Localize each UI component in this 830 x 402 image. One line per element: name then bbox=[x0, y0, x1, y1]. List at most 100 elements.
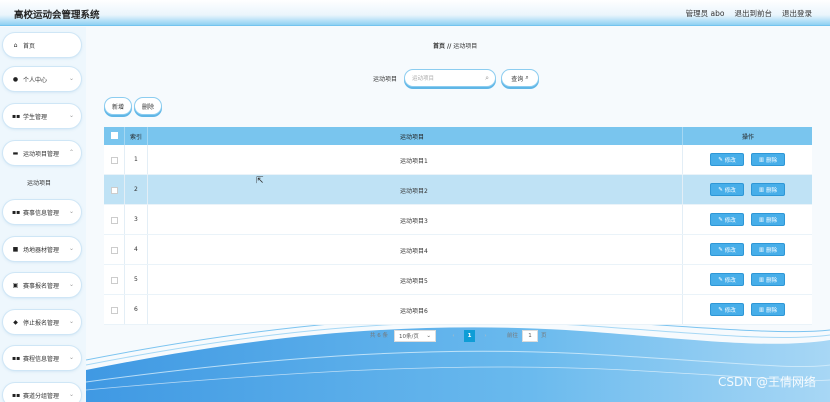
watermark: CSDN @王倩网络 bbox=[717, 375, 816, 389]
sidebar-item-label: 停止报名管理 bbox=[23, 319, 60, 327]
chevron-up-icon: ⌃ bbox=[68, 149, 74, 156]
doc-icon: ▣ bbox=[12, 281, 19, 289]
sidebar: ⌂ 首页 ● 个人中心 ⌄ ▪▪ 学生管理 ⌄ ▬ 运动项目管理 ⌃ 运动项目 … bbox=[0, 27, 86, 402]
delete-button[interactable]: ▥ 删除 bbox=[751, 273, 785, 286]
edit-label: 修改 bbox=[724, 187, 736, 194]
trash-icon: ▥ bbox=[758, 216, 765, 223]
search-button[interactable]: 查询 ⌕ bbox=[501, 69, 539, 87]
sidebar-item-label: 场地器材管理 bbox=[23, 246, 60, 254]
row-checkbox[interactable] bbox=[111, 247, 118, 254]
sidebar-item-label: 赛事信息管理 bbox=[23, 209, 60, 217]
row-sports-project: 运动项目1 bbox=[400, 158, 428, 165]
delete-button[interactable]: ▥ 删除 bbox=[751, 183, 785, 196]
sidebar-item-stop-registration[interactable]: ◆ 停止报名管理 ⌄ bbox=[3, 310, 81, 334]
lock-icon: ■ bbox=[12, 245, 19, 253]
header-operations: 操作 bbox=[742, 134, 755, 141]
row-index: 6 bbox=[134, 306, 138, 313]
sidebar-item-label: 首页 bbox=[23, 42, 36, 50]
sidebar-item-venue-equipment[interactable]: ■ 场地器材管理 ⌄ bbox=[3, 237, 81, 261]
row-index: 1 bbox=[134, 156, 138, 163]
edit-button[interactable]: ✎ 修改 bbox=[710, 183, 744, 196]
breadcrumb-current: 运动项目 bbox=[453, 43, 478, 50]
table-row[interactable]: 1 运动项目1 ✎ 修改 ▥ 删除 bbox=[104, 145, 812, 175]
trash-icon: ▥ bbox=[758, 276, 765, 283]
chevron-down-icon: ⌄ bbox=[68, 281, 74, 288]
edit-button[interactable]: ✎ 修改 bbox=[710, 243, 744, 256]
sidebar-item-competition-info[interactable]: ▪▪ 赛事信息管理 ⌄ bbox=[3, 200, 81, 224]
row-sports-project: 运动项目2 bbox=[400, 188, 428, 195]
sidebar-item-label: 个人中心 bbox=[23, 76, 48, 84]
chevron-down-icon: ⌄ bbox=[68, 75, 74, 82]
chevron-down-icon: ⌄ bbox=[68, 318, 74, 325]
sidebar-item-schedule[interactable]: ▪▪ 赛程信息管理 ⌄ bbox=[3, 346, 81, 370]
sidebar-item-registration[interactable]: ▣ 赛事报名管理 ⌄ bbox=[3, 273, 81, 297]
delete-label: 删除 bbox=[766, 217, 778, 224]
row-checkbox[interactable] bbox=[111, 157, 118, 164]
edit-icon: ✎ bbox=[718, 156, 723, 163]
row-checkbox[interactable] bbox=[111, 307, 118, 314]
current-user: 管理员 abo bbox=[685, 9, 725, 18]
edit-label: 修改 bbox=[724, 217, 736, 224]
edit-label: 修改 bbox=[724, 247, 736, 254]
edit-icon: ✎ bbox=[718, 246, 723, 253]
row-index: 4 bbox=[134, 246, 138, 253]
delete-button[interactable]: ▥ 删除 bbox=[751, 213, 785, 226]
delete-label: 删除 bbox=[766, 187, 778, 194]
add-button[interactable]: 新增 bbox=[104, 97, 132, 115]
delete-button[interactable]: ▥ 删除 bbox=[751, 243, 785, 256]
grid-icon: ▪▪ bbox=[12, 391, 21, 399]
row-checkbox[interactable] bbox=[111, 217, 118, 224]
page-number-current[interactable]: 1 bbox=[464, 330, 475, 342]
delete-button[interactable]: ▥ 删除 bbox=[751, 153, 785, 166]
edit-label: 修改 bbox=[724, 277, 736, 284]
leaf-icon: ◆ bbox=[13, 318, 18, 326]
table-row[interactable]: 6 运动项目6 ✎ 修改 ▥ 删除 bbox=[104, 295, 812, 325]
goto-page-input[interactable]: 1 bbox=[522, 330, 538, 342]
breadcrumb-home[interactable]: 首页 bbox=[433, 43, 445, 50]
sidebar-item-label: 学生管理 bbox=[23, 113, 48, 121]
sidebar-subitem-sports-project[interactable]: 运动项目 bbox=[3, 172, 81, 192]
search-icon: ⌕ bbox=[485, 74, 489, 82]
logout-link[interactable]: 退出登录 bbox=[782, 8, 812, 19]
back-to-front-link[interactable]: 退出到前台 bbox=[735, 8, 773, 19]
chevron-down-icon: ⌄ bbox=[68, 391, 74, 398]
delete-label: 删除 bbox=[766, 307, 778, 314]
table-row[interactable]: 2 运动项目2 ✎ 修改 ▥ 删除 bbox=[104, 175, 812, 205]
search-input[interactable]: 运动项目 ⌕ bbox=[404, 69, 496, 87]
delete-button[interactable]: ▥ 删除 bbox=[751, 303, 785, 316]
sidebar-item-label: 赛道分组管理 bbox=[23, 392, 60, 400]
top-bar: 高校运动会管理系统 管理员 abo 退出到前台 退出登录 bbox=[0, 0, 830, 26]
sidebar-item-label: 赛事报名管理 bbox=[23, 282, 60, 290]
chevron-down-icon: ⌄ bbox=[68, 354, 74, 361]
sidebar-item-students[interactable]: ▪▪ 学生管理 ⌄ bbox=[3, 104, 81, 128]
row-checkbox[interactable] bbox=[111, 187, 118, 194]
chevron-down-icon: ⌄ bbox=[68, 112, 74, 119]
grid-icon: ▪▪ bbox=[12, 354, 21, 362]
sidebar-item-sports-events[interactable]: ▬ 运动项目管理 ⌃ bbox=[3, 141, 81, 165]
edit-button[interactable]: ✎ 修改 bbox=[710, 303, 744, 316]
edit-button[interactable]: ✎ 修改 bbox=[710, 273, 744, 286]
sidebar-item-track-groups[interactable]: ▪▪ 赛道分组管理 ⌄ bbox=[3, 383, 81, 402]
edit-label: 修改 bbox=[724, 157, 736, 164]
table-row[interactable]: 4 运动项目4 ✎ 修改 ▥ 删除 bbox=[104, 235, 812, 265]
select-all-checkbox[interactable] bbox=[111, 132, 118, 139]
prev-page-button[interactable]: ‹ bbox=[448, 330, 459, 342]
row-sports-project: 运动项目5 bbox=[400, 278, 428, 285]
search-icon: ⌕ bbox=[525, 74, 529, 81]
edit-icon: ✎ bbox=[718, 306, 723, 313]
edit-button[interactable]: ✎ 修改 bbox=[710, 213, 744, 226]
row-sports-project: 运动项目4 bbox=[400, 248, 428, 255]
edit-button[interactable]: ✎ 修改 bbox=[710, 153, 744, 166]
page-size-select[interactable]: 10条/页 ⌄ bbox=[394, 330, 436, 342]
row-index: 3 bbox=[134, 216, 138, 223]
sidebar-item-personal-center[interactable]: ● 个人中心 ⌄ bbox=[3, 67, 81, 91]
batch-delete-button[interactable]: 删除 bbox=[134, 97, 162, 115]
sidebar-item-home[interactable]: ⌂ 首页 bbox=[3, 33, 81, 57]
row-checkbox[interactable] bbox=[111, 277, 118, 284]
trash-icon: ▥ bbox=[758, 246, 765, 253]
table-header: 索引 运动项目 操作 bbox=[104, 127, 812, 145]
table-row[interactable]: 5 运动项目5 ✎ 修改 ▥ 删除 bbox=[104, 265, 812, 295]
next-page-button[interactable]: › bbox=[480, 330, 491, 342]
sidebar-item-label: 赛程信息管理 bbox=[23, 355, 60, 363]
table-row[interactable]: 3 运动项目3 ✎ 修改 ▥ 删除 bbox=[104, 205, 812, 235]
